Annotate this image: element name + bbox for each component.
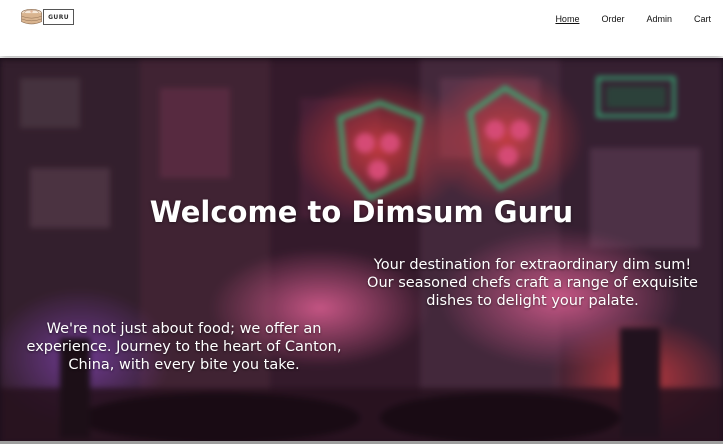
hero-section: Welcome to Dimsum Guru Your destination … xyxy=(0,58,723,444)
nav-admin-link[interactable]: Admin xyxy=(646,14,672,24)
nav-menu: Home Order Admin Cart xyxy=(533,14,711,24)
nav-order-link[interactable]: Order xyxy=(601,14,624,24)
nav-cart-link[interactable]: Cart xyxy=(694,14,711,24)
hero-tagline: Your destination for extraordinary dim s… xyxy=(367,257,698,309)
navbar: GURU Home Order Admin Cart xyxy=(0,0,723,56)
nav-home-link[interactable]: Home xyxy=(555,14,579,24)
hero-experience-text: We're not just about food; we offer an e… xyxy=(26,321,342,373)
logo-text: GURU xyxy=(43,9,74,25)
hero-overlay xyxy=(0,58,723,444)
logo[interactable]: GURU xyxy=(20,4,74,30)
dim-sum-basket-icon xyxy=(21,8,42,25)
hero-title: Welcome to Dimsum Guru xyxy=(149,195,574,229)
